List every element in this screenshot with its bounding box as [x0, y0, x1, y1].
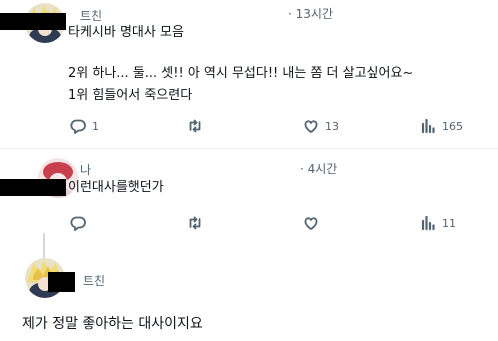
timestamp[interactable]: · 4시간	[300, 160, 337, 177]
retweet-button[interactable]	[187, 118, 209, 134]
retweet-icon	[189, 119, 201, 133]
views-icon	[421, 118, 435, 134]
tweet-line: 타케시바 명대사 모음	[68, 25, 184, 40]
tweet-line: 2위 하나... 둘... 셋!! 아 역시 무섭다!! 내는 쫌 더 살고싶어…	[68, 66, 414, 81]
reply-icon	[70, 119, 86, 134]
display-name[interactable]: 트친	[83, 272, 105, 289]
retweet-icon	[189, 216, 201, 230]
like-button[interactable]	[303, 215, 325, 231]
tweet[interactable]: 트친 · 13시간 타케시바 명대사 모음 2위 하나... 둘... 셋!! …	[0, 0, 498, 148]
tweet[interactable]: 나 · 4시간 이런대사를햇던가 11	[0, 148, 498, 252]
heart-icon	[304, 120, 318, 133]
reply-icon	[70, 216, 86, 231]
views-button[interactable]: 165	[420, 118, 463, 134]
like-button[interactable]: 13	[303, 118, 339, 134]
tweet[interactable]: 트친 제가 정말 좋아하는 대사이지요	[0, 252, 498, 341]
tweet-line: 이런대사를햇던가	[68, 180, 164, 195]
username-redaction	[0, 13, 66, 30]
timestamp[interactable]: · 13시간	[288, 5, 333, 22]
username-redaction	[0, 179, 66, 196]
reply-button[interactable]	[70, 215, 92, 231]
reply-count: 1	[92, 119, 99, 133]
views-icon	[421, 215, 435, 231]
display-name[interactable]: 트친	[80, 7, 102, 24]
tweet-line: 제가 정말 좋아하는 대사이지요	[22, 316, 203, 332]
tweet-line: 1위 힘들어서 죽으련다	[68, 88, 193, 103]
tweet-actions: 1 13 165	[0, 118, 498, 138]
username-redaction	[48, 272, 75, 292]
tweet-actions: 11	[0, 215, 498, 235]
views-count: 11	[442, 216, 456, 230]
heart-icon	[304, 217, 318, 230]
retweet-button[interactable]	[187, 215, 209, 231]
reply-button[interactable]: 1	[70, 118, 99, 134]
like-count: 13	[325, 119, 339, 133]
views-button[interactable]: 11	[420, 215, 456, 231]
display-name[interactable]: 나	[80, 161, 91, 178]
views-count: 165	[442, 119, 463, 133]
